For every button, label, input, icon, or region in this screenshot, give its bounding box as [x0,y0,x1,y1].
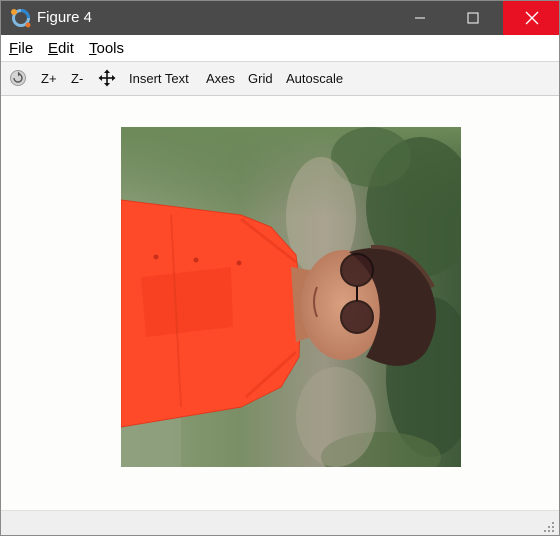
resize-grip-icon[interactable] [543,521,555,533]
maximize-icon [467,12,479,24]
grid-button[interactable]: Grid [248,71,273,86]
close-button[interactable] [503,1,559,35]
menu-tools-label: ools [96,40,125,57]
minimize-icon [415,17,425,19]
menu-bar: File Edit Tools [1,35,559,61]
axes-button[interactable]: Axes [206,71,235,86]
minimize-button[interactable] [397,1,443,35]
octave-logo-icon [11,9,31,28]
title-bar[interactable]: Figure 4 [1,1,559,35]
status-bar [1,510,559,535]
menu-file[interactable]: File [9,40,33,57]
insert-text-button[interactable]: Insert Text [129,71,189,86]
figure-canvas[interactable] [1,96,559,510]
menu-tools-mnemonic: T [89,40,97,57]
rotate-icon[interactable] [9,69,27,87]
close-icon [525,11,539,25]
menu-edit-mnemonic: E [48,40,59,57]
pan-move-icon[interactable] [98,69,116,87]
toolbar: Z+ Z- Insert Text Axes Grid Autoscale [1,61,559,96]
window-title: Figure 4 [37,9,93,26]
autoscale-button[interactable]: Autoscale [286,71,343,86]
maximize-button[interactable] [450,1,496,35]
menu-tools[interactable]: Tools [89,40,124,57]
zoom-out-button[interactable]: Z- [71,71,83,86]
zoom-in-button[interactable]: Z+ [41,71,57,86]
figure-window: Figure 4 File Edit Tools Z+ Z- Insert Te… [0,0,560,536]
menu-edit-label: dit [58,40,74,57]
figure-image [121,127,461,467]
menu-file-mnemonic: F [9,40,19,57]
menu-file-label: ile [18,40,34,57]
menu-edit[interactable]: Edit [48,40,74,57]
